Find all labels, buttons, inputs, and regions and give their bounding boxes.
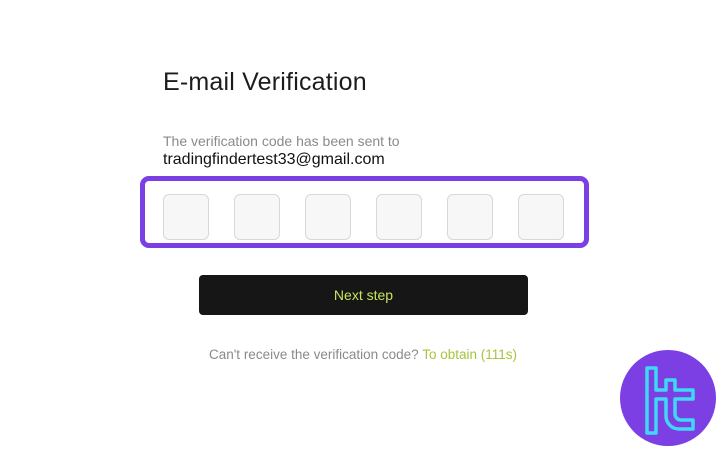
code-digit-1[interactable]	[163, 194, 209, 240]
page-title: E-mail Verification	[163, 68, 367, 96]
code-digit-5[interactable]	[447, 194, 493, 240]
email-address: tradingfindertest33@gmail.com	[163, 151, 385, 168]
code-sent-label: The verification code has been sent to	[163, 133, 400, 149]
code-digit-4[interactable]	[376, 194, 422, 240]
resend-question: Can't receive the verification code?	[208, 347, 419, 362]
code-digit-3[interactable]	[305, 194, 351, 240]
code-digit-2[interactable]	[234, 194, 280, 240]
tradingfinder-logo-icon	[620, 350, 716, 446]
code-digit-6[interactable]	[518, 194, 564, 240]
countdown-timer: (111s)	[480, 347, 518, 362]
next-step-button[interactable]: Next step	[199, 275, 528, 315]
obtain-code-link[interactable]: To obtain (111s)	[422, 347, 517, 362]
obtain-label: To obtain	[422, 347, 477, 362]
verification-code-group	[140, 176, 589, 248]
logo-mark-icon	[645, 366, 695, 435]
resend-help: Can't receive the verification code? To …	[0, 347, 726, 362]
